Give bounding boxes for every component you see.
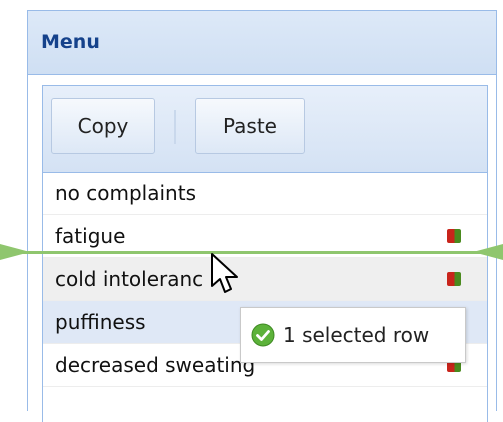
toolbar: Copy Paste bbox=[43, 86, 487, 173]
paste-button[interactable]: Paste bbox=[195, 98, 305, 154]
drop-indicator-line bbox=[0, 251, 503, 254]
status-icon bbox=[447, 272, 461, 286]
row-label: fatigue bbox=[55, 224, 126, 248]
table-row[interactable]: no complaints bbox=[43, 172, 487, 215]
panel-header: Menu bbox=[28, 11, 496, 75]
row-label: no complaints bbox=[55, 181, 196, 205]
table-row[interactable]: cold intoleranc bbox=[43, 258, 487, 301]
toolbar-separator bbox=[174, 110, 176, 144]
check-circle-icon bbox=[251, 323, 275, 347]
drag-tooltip-text: 1 selected row bbox=[283, 323, 430, 347]
mouse-pointer-icon bbox=[211, 253, 238, 293]
drop-indicator-right-arrow-icon bbox=[473, 244, 503, 260]
copy-button[interactable]: Copy bbox=[51, 98, 155, 154]
status-icon bbox=[447, 229, 461, 243]
panel-title: Menu bbox=[41, 31, 100, 53]
row-label: decreased sweating bbox=[55, 353, 256, 377]
drag-tooltip: 1 selected row bbox=[240, 307, 466, 363]
drop-indicator-left-arrow-icon bbox=[0, 244, 30, 260]
row-label: cold intoleranc bbox=[55, 267, 204, 291]
row-label: puffiness bbox=[55, 310, 146, 334]
